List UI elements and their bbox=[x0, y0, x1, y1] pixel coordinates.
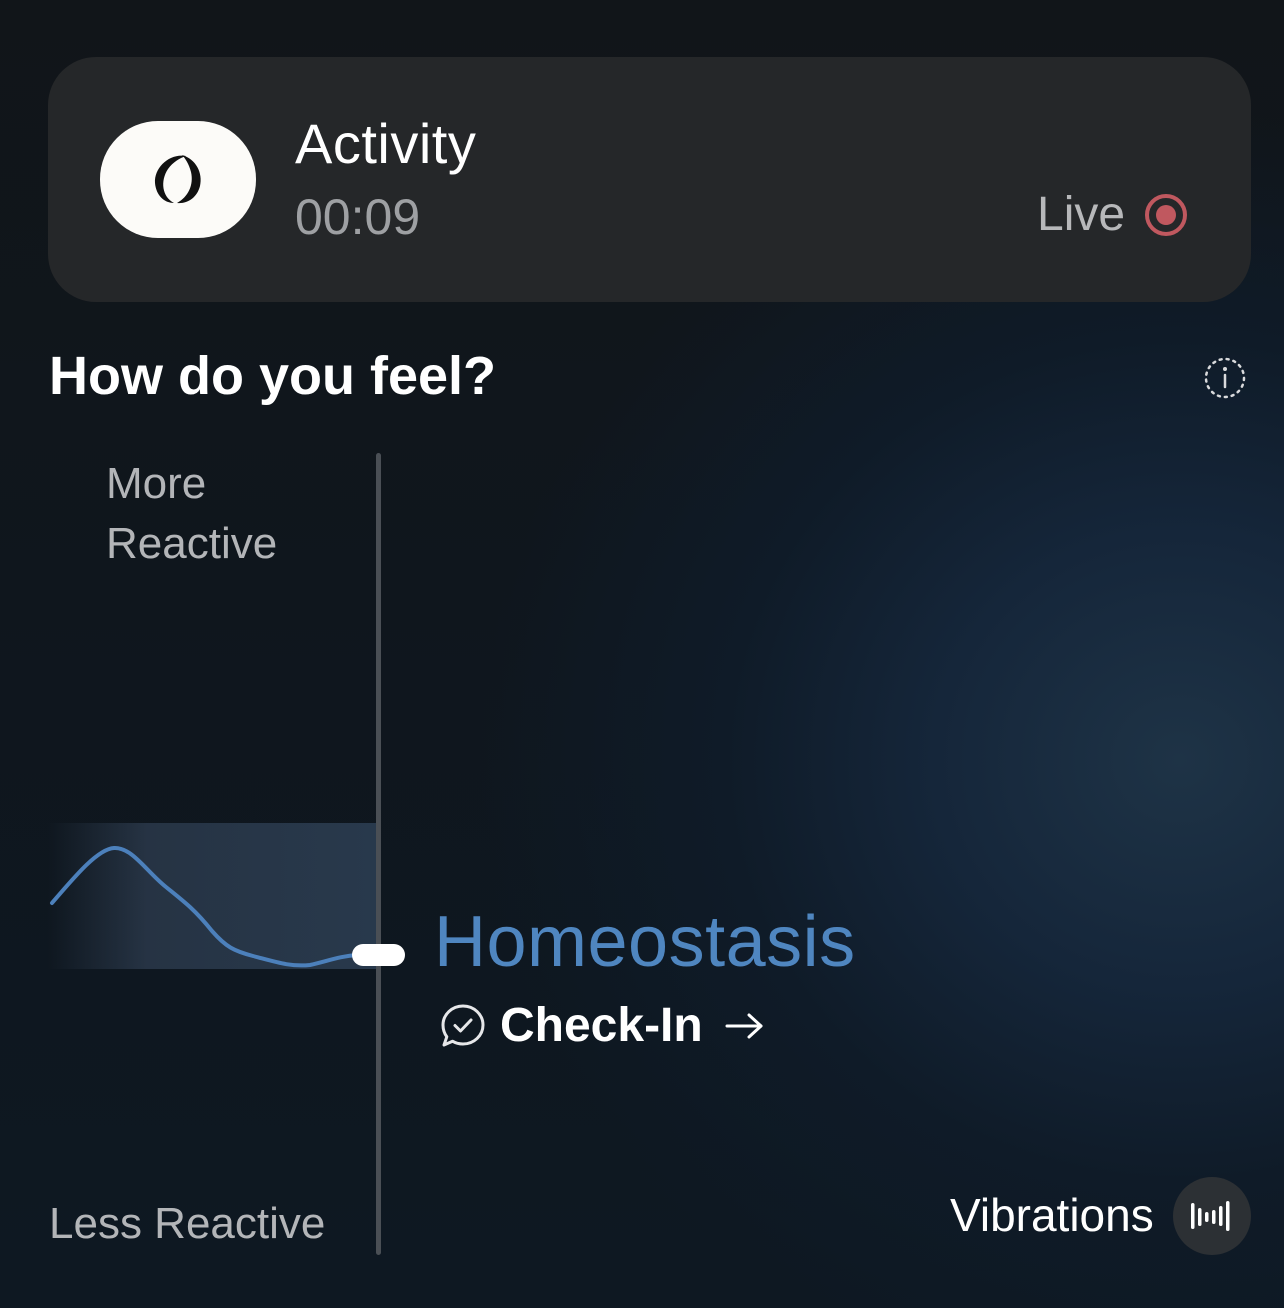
activity-timer: 00:09 bbox=[295, 189, 421, 245]
check-in-button[interactable]: Check-In bbox=[440, 996, 765, 1056]
live-status-label: Live bbox=[1037, 188, 1126, 241]
sound-wave-icon bbox=[1191, 1201, 1230, 1231]
check-in-label: Check-In bbox=[500, 999, 703, 1052]
crescent-logo-icon bbox=[154, 155, 201, 204]
vibrations-label[interactable]: Vibrations bbox=[950, 1186, 1154, 1244]
state-label: Homeostasis bbox=[434, 902, 856, 982]
info-icon[interactable] bbox=[1202, 355, 1248, 401]
activity-card[interactable]: Activity 00:09 Live bbox=[48, 57, 1251, 302]
page-title: How do you feel? bbox=[49, 346, 497, 406]
activity-title: Activity bbox=[295, 112, 477, 175]
more-reactive-line1: More bbox=[106, 459, 207, 508]
app-logo-badge bbox=[100, 121, 256, 238]
arrow-right-icon bbox=[725, 1013, 763, 1039]
chat-check-icon bbox=[441, 1004, 485, 1047]
reactivity-trace bbox=[50, 846, 378, 968]
more-reactive-label: More Reactive bbox=[106, 454, 277, 574]
vibrations-button[interactable] bbox=[1173, 1177, 1251, 1255]
current-state-marker[interactable] bbox=[352, 944, 405, 966]
more-reactive-line2: Reactive bbox=[106, 519, 278, 568]
less-reactive-label: Less Reactive bbox=[49, 1199, 326, 1248]
record-dot-icon bbox=[1145, 194, 1187, 236]
